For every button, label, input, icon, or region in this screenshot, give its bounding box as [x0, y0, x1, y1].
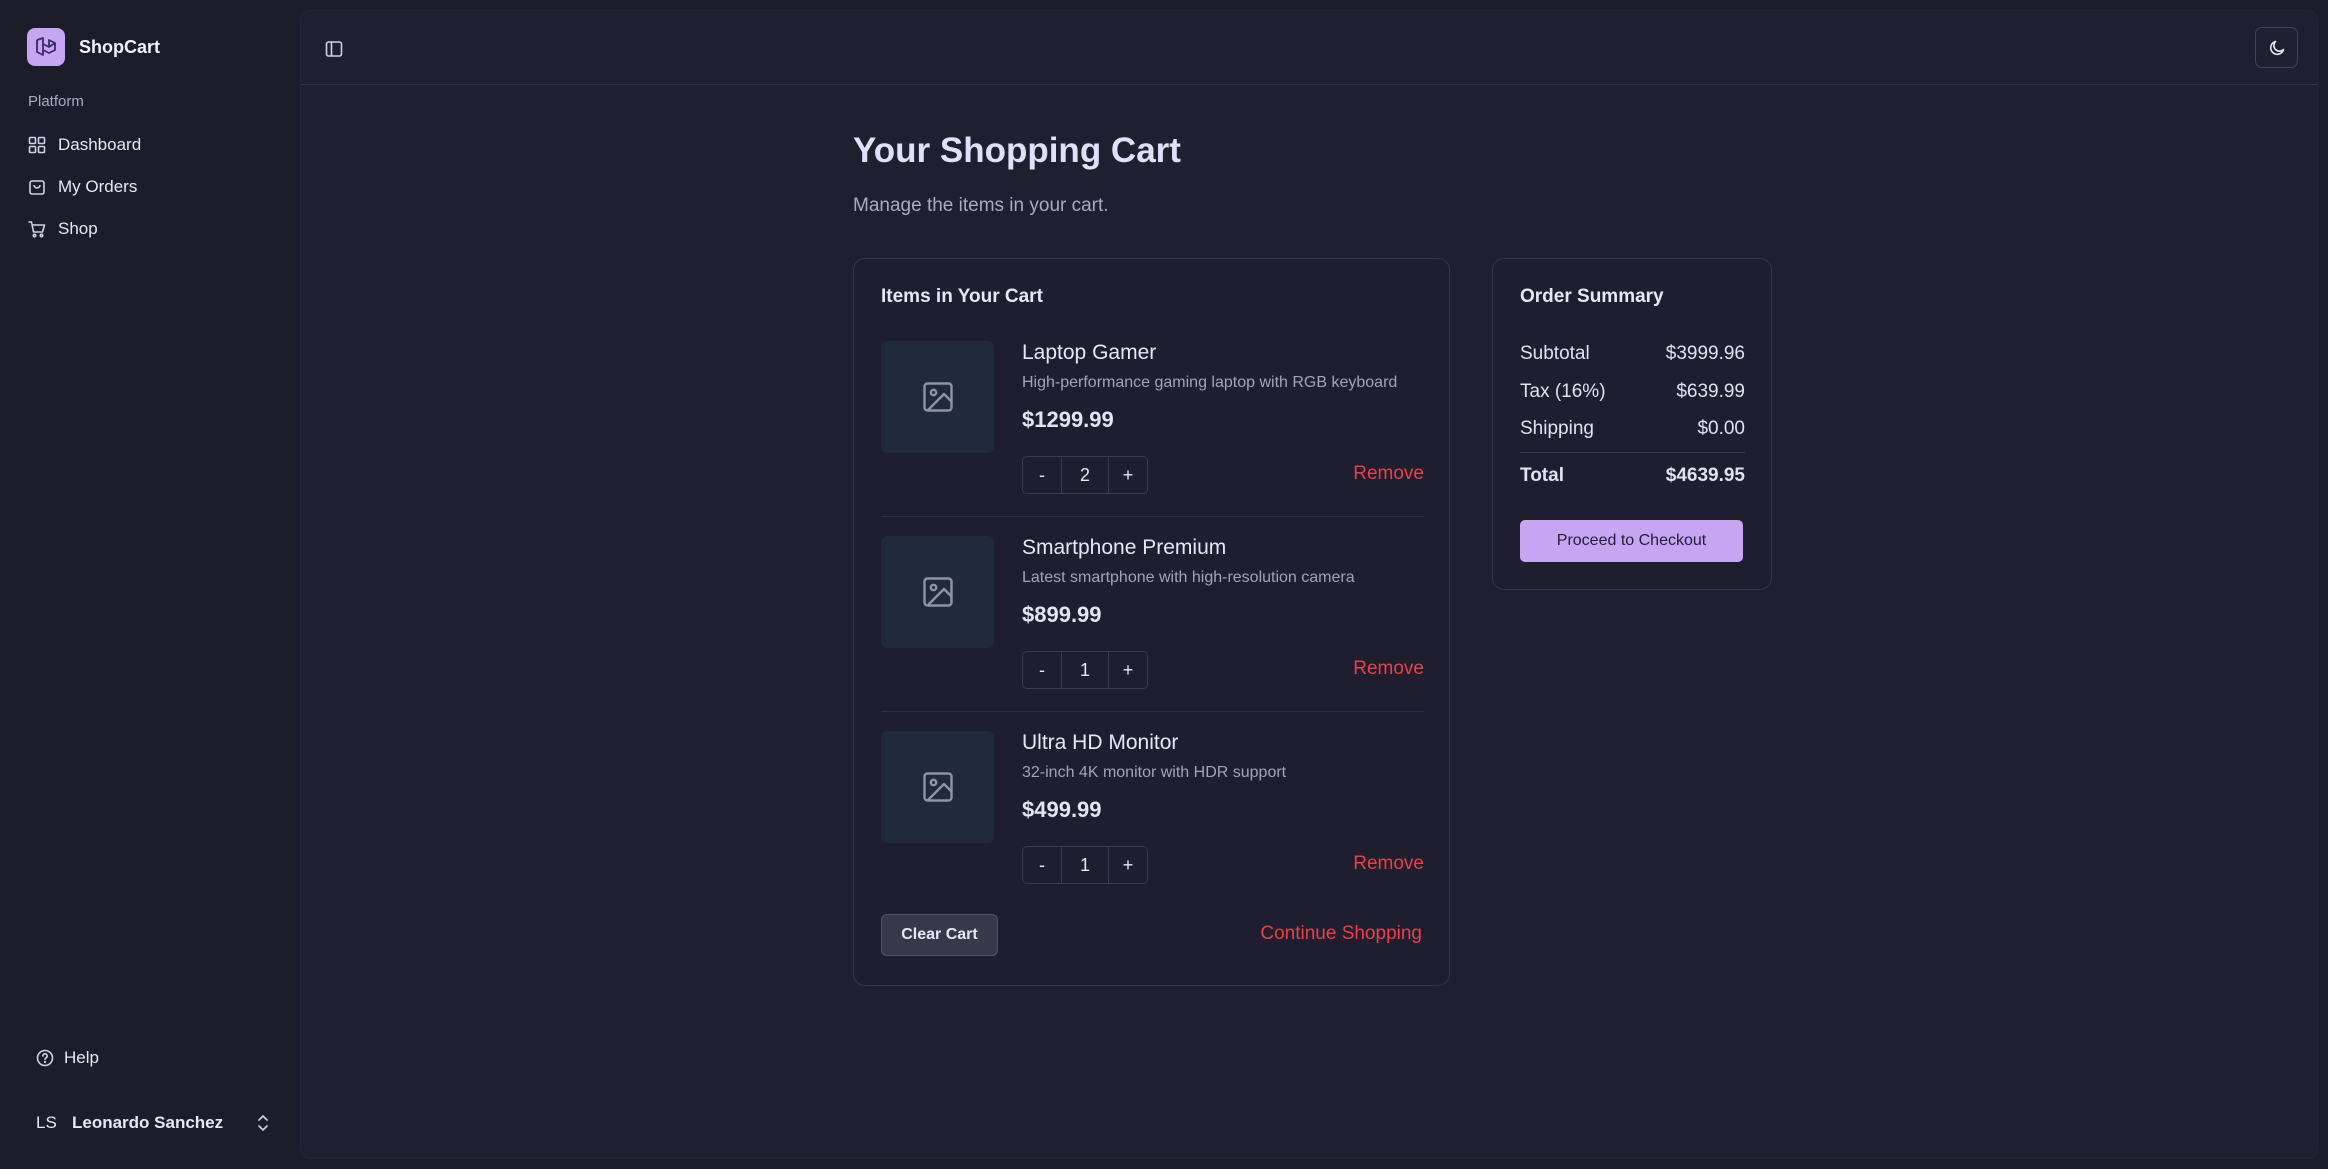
cart-card: Items in Your Cart Laptop Gamer High-per…: [853, 258, 1450, 986]
subtotal-row: Subtotal $3999.96: [1520, 343, 1745, 365]
decrement-button[interactable]: -: [1023, 847, 1061, 883]
quantity-value: 2: [1061, 457, 1109, 493]
cart-card-title: Items in Your Cart: [881, 286, 1043, 307]
increment-button[interactable]: +: [1109, 652, 1147, 688]
page-subtitle: Manage the items in your cart.: [853, 195, 1109, 216]
cart-item: Laptop Gamer High-performance gaming lap…: [881, 341, 1424, 511]
image-icon: [922, 577, 953, 607]
item-divider: [881, 516, 1424, 517]
product-image-placeholder: [881, 536, 994, 648]
panel-left-icon: [325, 41, 343, 57]
product-price: $1299.99: [1022, 407, 1114, 432]
shipping-label: Shipping: [1520, 418, 1594, 439]
tax-row: Tax (16%) $639.99: [1520, 381, 1745, 403]
remove-button[interactable]: Remove: [1353, 853, 1424, 875]
product-name: Smartphone Premium: [1022, 536, 1227, 559]
sidebar-section-label: Platform: [28, 93, 84, 110]
shipping-value: $0.00: [1697, 418, 1745, 439]
sidebar-nav: Dashboard My Orders Shop: [28, 124, 278, 250]
item-divider: [881, 711, 1424, 712]
continue-shopping-link[interactable]: Continue Shopping: [1260, 923, 1422, 945]
order-summary-title: Order Summary: [1520, 286, 1664, 307]
total-row: Total $4639.95: [1520, 465, 1745, 487]
cart-icon: [28, 221, 46, 238]
quantity-stepper: - 1 +: [1022, 651, 1148, 689]
brand[interactable]: ShopCart: [27, 28, 160, 66]
product-name: Ultra HD Monitor: [1022, 731, 1179, 754]
quantity-stepper: - 2 +: [1022, 456, 1148, 494]
shopping-bag-icon: [29, 180, 45, 195]
image-icon: [922, 772, 953, 802]
decrement-button[interactable]: -: [1023, 652, 1061, 688]
quantity-stepper: - 1 +: [1022, 846, 1148, 884]
tax-label: Tax (16%): [1520, 381, 1606, 402]
product-image-placeholder: [881, 341, 994, 453]
theme-toggle-button[interactable]: [2255, 27, 2298, 68]
remove-button[interactable]: Remove: [1353, 463, 1424, 485]
brand-name: ShopCart: [79, 36, 160, 57]
user-menu[interactable]: LS Leonardo Sanchez: [36, 1104, 270, 1142]
product-description: Latest smartphone with high-resolution c…: [1022, 569, 1355, 586]
help-circle-icon: [36, 1049, 54, 1067]
increment-button[interactable]: +: [1109, 847, 1147, 883]
app-root: ShopCart Platform Dashboard My Orders Sh…: [0, 0, 2328, 1169]
main-panel: Your Shopping Cart Manage the items in y…: [300, 10, 2318, 1159]
subtotal-value: $3999.96: [1665, 343, 1745, 364]
cart-item: Smartphone Premium Latest smartphone wit…: [881, 536, 1424, 706]
sidebar-item-my-orders[interactable]: My Orders: [28, 166, 278, 208]
help-link[interactable]: Help: [36, 1040, 99, 1076]
decrement-button[interactable]: -: [1023, 457, 1061, 493]
quantity-value: 1: [1061, 847, 1109, 883]
help-label: Help: [64, 1048, 99, 1067]
sidebar-item-label: Shop: [58, 219, 98, 238]
clear-cart-button[interactable]: Clear Cart: [881, 914, 998, 956]
brand-logo-icon: [27, 28, 65, 66]
sidebar-item-label: Dashboard: [58, 135, 142, 154]
sidebar-item-shop[interactable]: Shop: [28, 208, 278, 250]
summary-divider: [1520, 452, 1745, 453]
total-label: Total: [1520, 465, 1564, 486]
sidebar-item-label: My Orders: [58, 177, 138, 196]
product-description: 32-inch 4K monitor with HDR support: [1022, 764, 1287, 781]
sidebar-toggle-button[interactable]: [321, 36, 347, 62]
sidebar-item-dashboard[interactable]: Dashboard: [28, 124, 278, 166]
product-name: Laptop Gamer: [1022, 341, 1157, 364]
moon-icon: [2269, 40, 2284, 55]
page-title: Your Shopping Cart: [853, 131, 1181, 170]
cart-item: Ultra HD Monitor 32-inch 4K monitor with…: [881, 731, 1424, 901]
total-value: $4639.95: [1665, 465, 1745, 486]
topbar: [301, 11, 2317, 85]
checkout-button[interactable]: Proceed to Checkout: [1520, 520, 1743, 562]
grid-icon: [28, 136, 46, 154]
user-name: Leonardo Sanchez: [72, 1113, 224, 1132]
chevrons-up-down-icon: [258, 1115, 268, 1131]
subtotal-label: Subtotal: [1520, 343, 1590, 364]
product-price: $899.99: [1022, 602, 1102, 627]
product-description: High-performance gaming laptop with RGB …: [1022, 374, 1398, 391]
product-price: $499.99: [1022, 797, 1102, 822]
order-summary-card: Order Summary Subtotal $3999.96 Tax (16%…: [1492, 258, 1772, 590]
increment-button[interactable]: +: [1109, 457, 1147, 493]
tax-value: $639.99: [1676, 381, 1745, 402]
product-image-placeholder: [881, 731, 994, 843]
shipping-row: Shipping $0.00: [1520, 418, 1745, 440]
avatar: LS: [36, 1113, 57, 1132]
remove-button[interactable]: Remove: [1353, 658, 1424, 680]
sidebar: ShopCart Platform Dashboard My Orders Sh…: [0, 0, 300, 1169]
image-icon: [922, 382, 953, 412]
quantity-value: 1: [1061, 652, 1109, 688]
